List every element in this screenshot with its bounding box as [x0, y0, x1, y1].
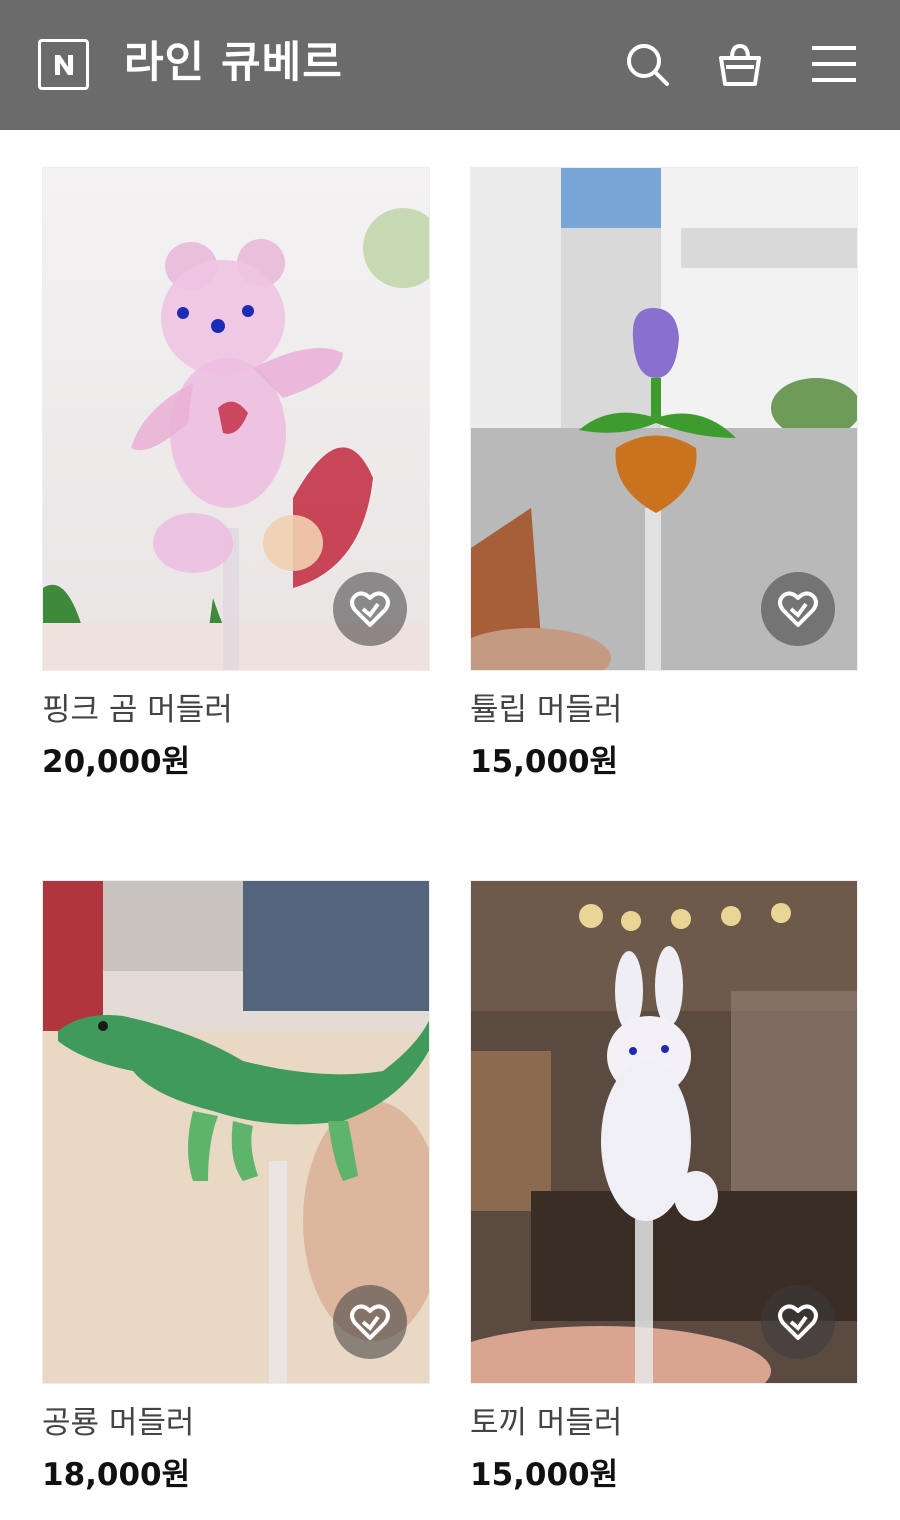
- top-header: 라인 큐베르: [0, 0, 900, 130]
- wishlist-button[interactable]: [333, 572, 407, 646]
- product-price: 15,000원: [470, 744, 619, 780]
- product-name[interactable]: 공룡 머들러: [42, 1402, 430, 1444]
- wishlist-button[interactable]: [333, 1285, 407, 1359]
- product-image[interactable]: [42, 880, 430, 1384]
- product-image[interactable]: [42, 167, 430, 671]
- heart-wishlist-icon: [350, 1304, 390, 1340]
- wishlist-button[interactable]: [761, 1285, 835, 1359]
- shopping-bag-icon[interactable]: [716, 40, 764, 88]
- wishlist-button[interactable]: [761, 572, 835, 646]
- heart-wishlist-icon: [778, 591, 818, 627]
- search-icon[interactable]: [623, 40, 671, 88]
- product-card[interactable]: 토끼 머들러 15,000원: [470, 880, 858, 1496]
- shop-title[interactable]: 라인 큐베르: [124, 33, 343, 93]
- product-price: 20,000원: [42, 744, 191, 780]
- product-image[interactable]: [470, 880, 858, 1384]
- hamburger-menu-icon[interactable]: [810, 40, 858, 88]
- product-name[interactable]: 토끼 머들러: [470, 1402, 858, 1444]
- heart-wishlist-icon: [778, 1304, 818, 1340]
- product-name[interactable]: 튤립 머들러: [470, 689, 858, 731]
- heart-wishlist-icon: [350, 591, 390, 627]
- product-card[interactable]: 핑크 곰 머들러 20,000원: [42, 167, 430, 783]
- product-card[interactable]: 튤립 머들러 15,000원: [470, 167, 858, 783]
- product-card[interactable]: 공룡 머들러 18,000원: [42, 880, 430, 1496]
- product-price: 18,000원: [42, 1457, 191, 1493]
- product-image[interactable]: [470, 167, 858, 671]
- product-name[interactable]: 핑크 곰 머들러: [42, 689, 430, 731]
- product-price: 15,000원: [470, 1457, 619, 1493]
- naver-logo-icon[interactable]: [38, 39, 89, 90]
